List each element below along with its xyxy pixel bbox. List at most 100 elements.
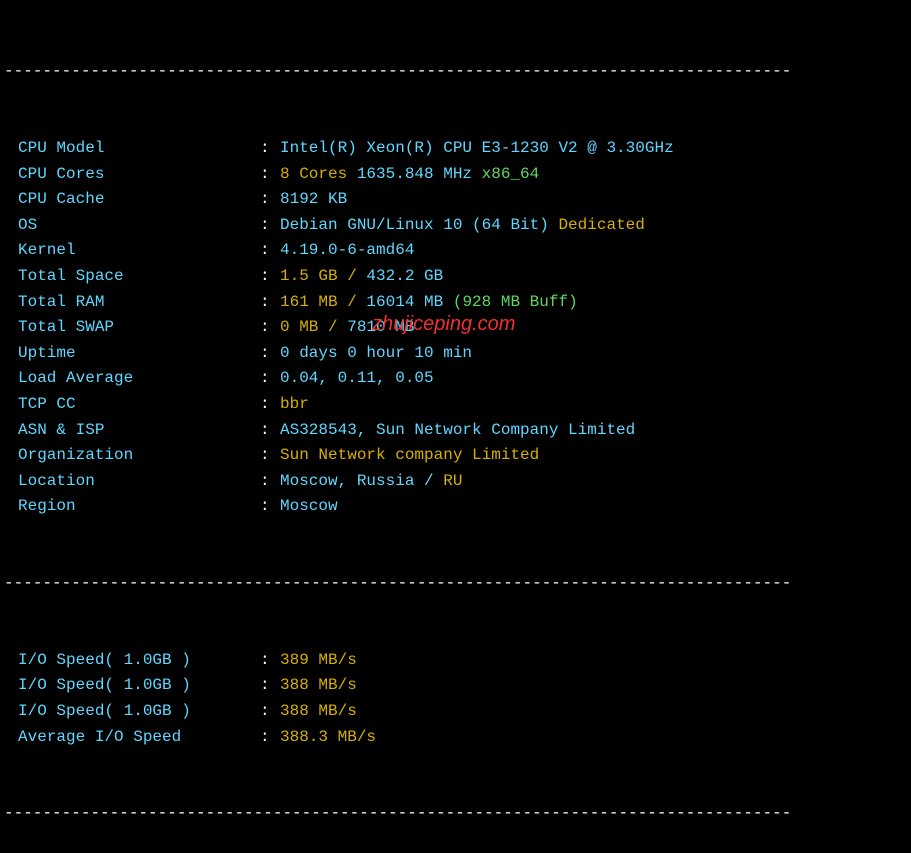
row-label: ASN & ISP (18, 418, 260, 444)
row-value: 0 days 0 hour 10 min (280, 341, 472, 367)
value-segment: 8 Cores (280, 165, 357, 183)
value-segment: 161 MB / (280, 293, 366, 311)
info-row: Load Average: 0.04, 0.11, 0.05 (0, 366, 911, 392)
io-row-value: 389 MB/s (280, 648, 357, 674)
value-segment: Dedicated (558, 216, 644, 234)
io-speed-section: I/O Speed( 1.0GB ): 389 MB/sI/O Speed( 1… (0, 648, 911, 750)
value-segment: 1.5 GB / (280, 267, 366, 285)
row-label: Total Space (18, 264, 260, 290)
value-segment: bbr (280, 395, 309, 413)
io-row: I/O Speed( 1.0GB ): 388 MB/s (0, 699, 911, 725)
info-row: Organization: Sun Network company Limite… (0, 443, 911, 469)
colon: : (260, 699, 280, 725)
io-row: I/O Speed( 1.0GB ): 389 MB/s (0, 648, 911, 674)
row-label: CPU Cache (18, 187, 260, 213)
divider-middle: ----------------------------------------… (0, 571, 911, 597)
terminal-output: ----------------------------------------… (0, 0, 911, 853)
io-row-label: I/O Speed( 1.0GB ) (18, 648, 260, 674)
value-segment: 8192 KB (280, 190, 347, 208)
row-label: Organization (18, 443, 260, 469)
io-row-label: I/O Speed( 1.0GB ) (18, 673, 260, 699)
value-segment: Moscow (280, 497, 338, 515)
row-value: AS328543, Sun Network Company Limited (280, 418, 635, 444)
info-row: Kernel: 4.19.0-6-amd64 (0, 238, 911, 264)
info-row: CPU Model: Intel(R) Xeon(R) CPU E3-1230 … (0, 136, 911, 162)
value-segment: x86_64 (482, 165, 540, 183)
info-row: Total SWAP: 0 MB / 7810 MB (0, 315, 911, 341)
colon: : (260, 494, 280, 520)
info-row: TCP CC: bbr (0, 392, 911, 418)
row-label: Total SWAP (18, 315, 260, 341)
row-value: Intel(R) Xeon(R) CPU E3-1230 V2 @ 3.30GH… (280, 136, 674, 162)
value-segment: Debian GNU/Linux 10 (64 Bit) (280, 216, 558, 234)
colon: : (260, 341, 280, 367)
value-segment: 7810 MB (347, 318, 414, 336)
colon: : (260, 673, 280, 699)
system-info-section: CPU Model: Intel(R) Xeon(R) CPU E3-1230 … (0, 136, 911, 520)
colon: : (260, 469, 280, 495)
info-row: Region: Moscow (0, 494, 911, 520)
value-segment: RU (443, 472, 462, 490)
colon: : (260, 238, 280, 264)
value-segment: 0.04, 0.11, 0.05 (280, 369, 434, 387)
row-label: CPU Cores (18, 162, 260, 188)
row-label: Region (18, 494, 260, 520)
io-row-value: 388 MB/s (280, 699, 357, 725)
value-segment: 0 days 0 hour 10 min (280, 344, 472, 362)
row-label: Load Average (18, 366, 260, 392)
value-segment: 1635.848 MHz (357, 165, 482, 183)
info-row: ASN & ISP: AS328543, Sun Network Company… (0, 418, 911, 444)
divider-bottom: ----------------------------------------… (0, 801, 911, 827)
colon: : (260, 136, 280, 162)
colon: : (260, 187, 280, 213)
colon: : (260, 418, 280, 444)
value-segment: Intel(R) Xeon(R) CPU E3-1230 V2 @ 3.30GH… (280, 139, 674, 157)
io-row-value: 388.3 MB/s (280, 725, 376, 751)
value-segment: Sun Network company Limited (280, 446, 539, 464)
info-row: CPU Cores: 8 Cores 1635.848 MHz x86_64 (0, 162, 911, 188)
colon: : (260, 290, 280, 316)
io-row-value: 388 MB/s (280, 673, 357, 699)
row-label: CPU Model (18, 136, 260, 162)
colon: : (260, 366, 280, 392)
row-value: Moscow (280, 494, 338, 520)
row-label: Total RAM (18, 290, 260, 316)
info-row: Uptime: 0 days 0 hour 10 min (0, 341, 911, 367)
io-row-label: I/O Speed( 1.0GB ) (18, 699, 260, 725)
colon: : (260, 648, 280, 674)
row-value: 8192 KB (280, 187, 347, 213)
colon: : (260, 443, 280, 469)
row-label: TCP CC (18, 392, 260, 418)
row-value: 161 MB / 16014 MB (928 MB Buff) (280, 290, 578, 316)
value-segment: 16014 MB (366, 293, 452, 311)
row-value: bbr (280, 392, 309, 418)
row-label: OS (18, 213, 260, 239)
row-label: Location (18, 469, 260, 495)
row-value: 4.19.0-6-amd64 (280, 238, 414, 264)
info-row: Location: Moscow, Russia / RU (0, 469, 911, 495)
value-segment: 4.19.0-6-amd64 (280, 241, 414, 259)
row-value: 0.04, 0.11, 0.05 (280, 366, 434, 392)
colon: : (260, 264, 280, 290)
value-segment: Moscow, Russia / (280, 472, 443, 490)
colon: : (260, 315, 280, 341)
value-segment: AS328543, Sun Network Company Limited (280, 421, 635, 439)
io-row: Average I/O Speed: 388.3 MB/s (0, 725, 911, 751)
row-value: 1.5 GB / 432.2 GB (280, 264, 443, 290)
io-row: I/O Speed( 1.0GB ): 388 MB/s (0, 673, 911, 699)
colon: : (260, 162, 280, 188)
row-value: 0 MB / 7810 MB (280, 315, 414, 341)
info-row: Total Space: 1.5 GB / 432.2 GB (0, 264, 911, 290)
colon: : (260, 213, 280, 239)
value-segment: (928 MB Buff) (453, 293, 578, 311)
row-value: 8 Cores 1635.848 MHz x86_64 (280, 162, 539, 188)
divider-top: ----------------------------------------… (0, 59, 911, 85)
info-row: Total RAM: 161 MB / 16014 MB (928 MB Buf… (0, 290, 911, 316)
row-value: Moscow, Russia / RU (280, 469, 462, 495)
row-label: Kernel (18, 238, 260, 264)
info-row: CPU Cache: 8192 KB (0, 187, 911, 213)
row-value: Debian GNU/Linux 10 (64 Bit) Dedicated (280, 213, 645, 239)
value-segment: 0 MB / (280, 318, 347, 336)
io-row-label: Average I/O Speed (18, 725, 260, 751)
row-value: Sun Network company Limited (280, 443, 539, 469)
